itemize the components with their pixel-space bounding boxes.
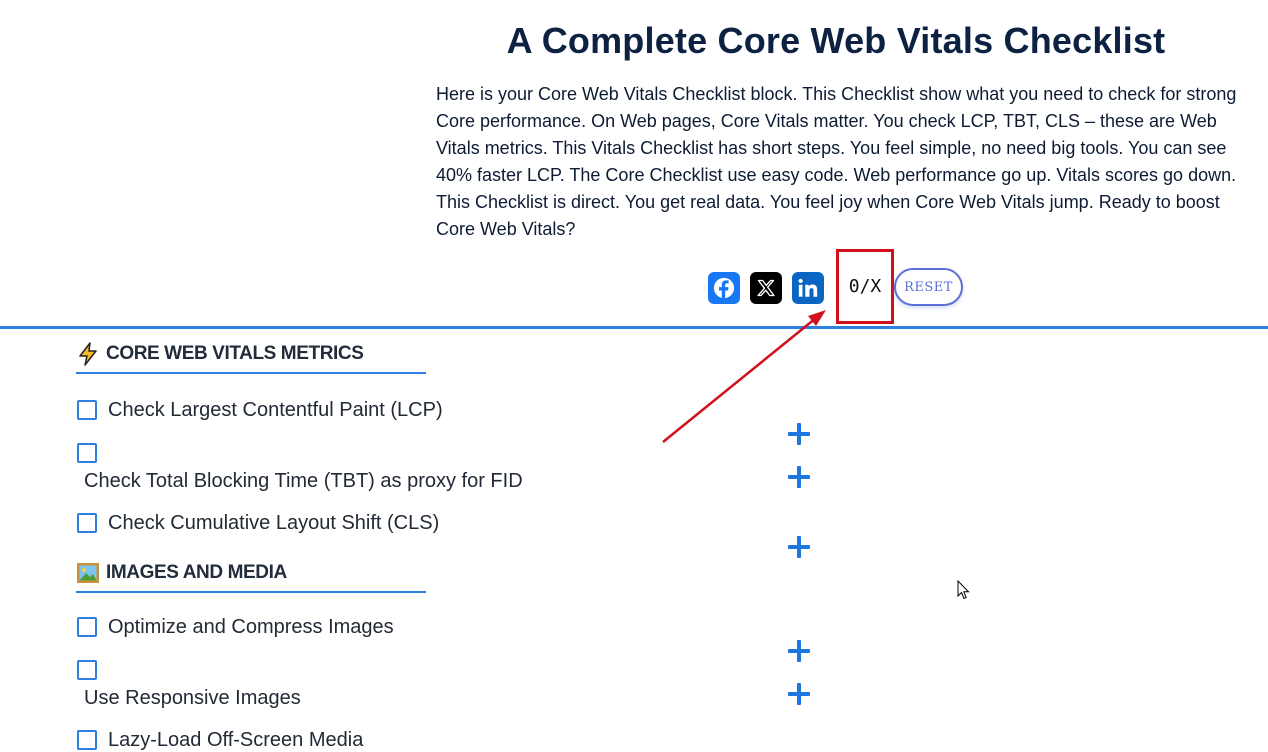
linkedin-share-button[interactable] xyxy=(792,272,824,304)
section-header-core-web-vitals: CORE WEB VITALS METRICS xyxy=(76,340,426,374)
section-header-images-media: IMAGES AND MEDIA xyxy=(76,559,426,593)
facebook-icon xyxy=(713,277,735,299)
section-title: IMAGES AND MEDIA xyxy=(106,562,287,583)
linkedin-icon xyxy=(798,278,818,297)
x-share-button[interactable] xyxy=(750,272,782,304)
reset-button[interactable]: RESET xyxy=(894,268,963,306)
mouse-cursor-icon xyxy=(957,580,970,600)
x-twitter-icon xyxy=(757,279,775,297)
checkbox-lcp[interactable] xyxy=(77,400,97,420)
checklist-item-label: Check Largest Contentful Paint (LCP) xyxy=(108,399,443,421)
page-title: A Complete Core Web Vitals Checklist xyxy=(506,20,1166,61)
checklist-item-label: Lazy-Load Off-Screen Media xyxy=(108,729,364,751)
expand-button-lcp[interactable] xyxy=(787,422,811,446)
expand-button-tbt[interactable] xyxy=(787,465,811,489)
progress-counter: 0/X xyxy=(836,249,894,324)
checkbox-tbt[interactable] xyxy=(77,443,97,463)
checkbox-cls[interactable] xyxy=(77,513,97,533)
expand-button-cls[interactable] xyxy=(787,535,811,559)
expand-button-optimize-images[interactable] xyxy=(787,639,811,663)
checklist-item-label: Use Responsive Images xyxy=(84,687,301,709)
checklist-item-label: Check Cumulative Layout Shift (CLS) xyxy=(108,512,440,534)
checklist-item-label: Check Total Blocking Time (TBT) as proxy… xyxy=(84,470,523,492)
checkbox-lazy-load[interactable] xyxy=(77,730,97,750)
intro-paragraph: Here is your Core Web Vitals Checklist b… xyxy=(436,84,1237,239)
facebook-share-button[interactable] xyxy=(708,272,740,304)
checkbox-responsive-images[interactable] xyxy=(77,660,97,680)
checkbox-optimize-images[interactable] xyxy=(77,617,97,637)
lightning-icon xyxy=(79,342,97,366)
section-title: CORE WEB VITALS METRICS xyxy=(106,343,364,364)
header-divider xyxy=(0,326,1268,329)
framed-picture-icon xyxy=(77,563,99,583)
checklist-item-label: Optimize and Compress Images xyxy=(108,616,394,638)
expand-button-responsive-images[interactable] xyxy=(787,682,811,706)
